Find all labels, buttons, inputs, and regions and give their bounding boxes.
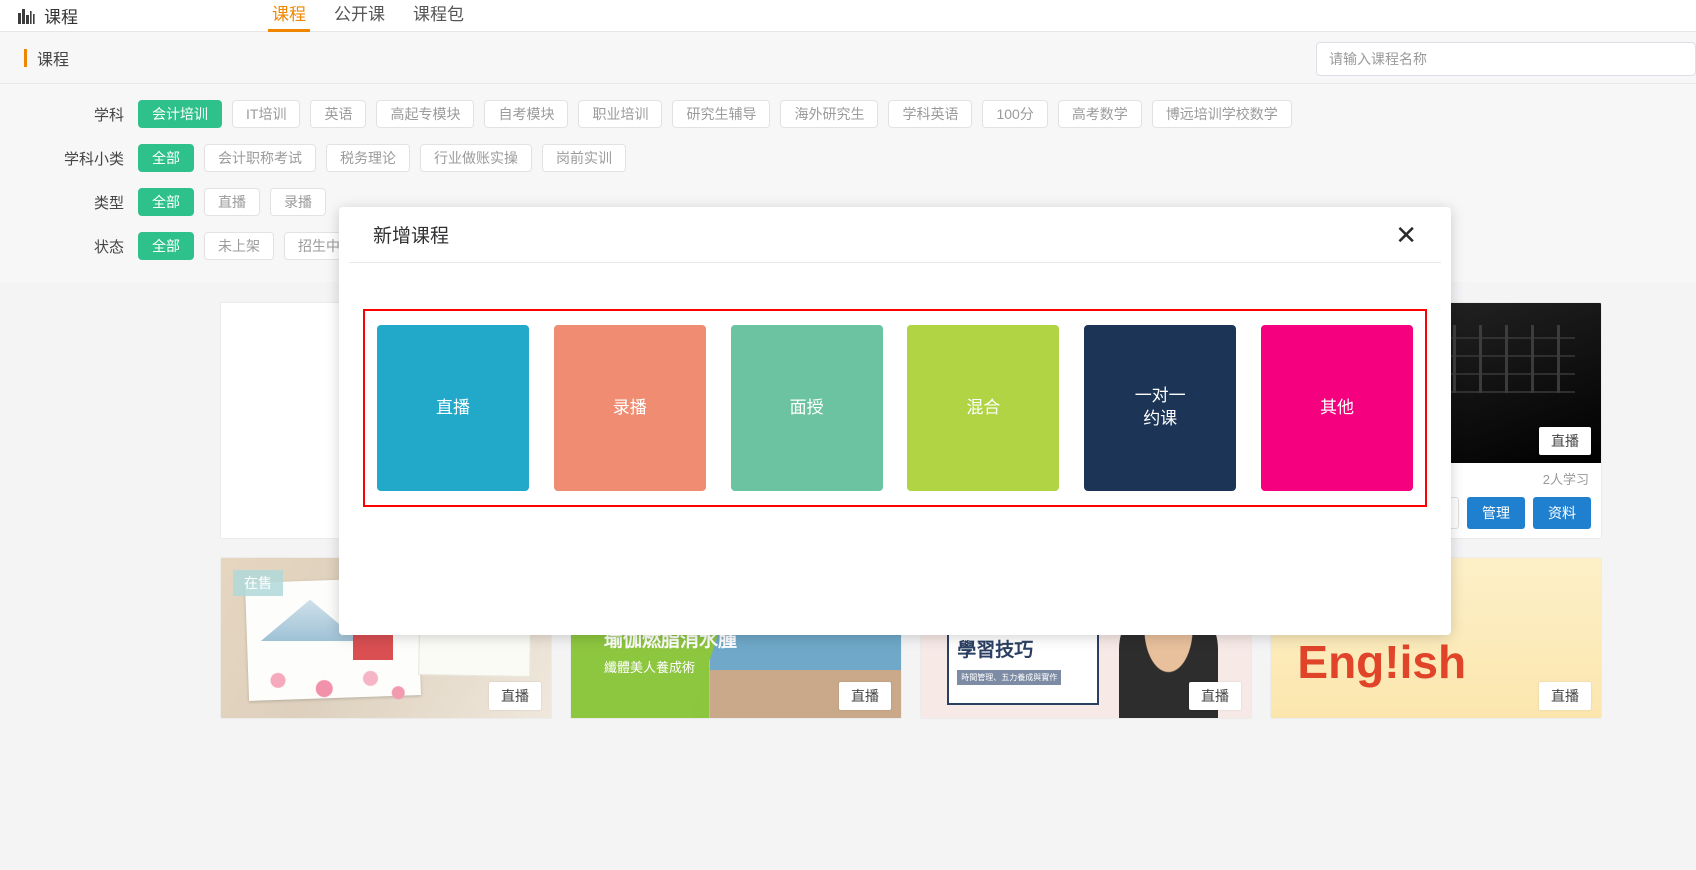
search-box: [1316, 42, 1696, 76]
chip-subcategory-0[interactable]: 全部: [138, 144, 194, 172]
materials-button[interactable]: 资料: [1533, 497, 1591, 529]
chip-subject-6[interactable]: 研究生辅导: [672, 100, 771, 128]
course-type-badge: 直播: [1539, 427, 1591, 455]
tile-other[interactable]: 其他: [1260, 325, 1413, 491]
chip-subcategory-1[interactable]: 会计职称考试: [204, 144, 316, 172]
chip-subject-1[interactable]: IT培训: [232, 100, 301, 128]
chip-subject-0[interactable]: 会计培训: [138, 100, 222, 128]
tab-open-courses[interactable]: 公开课: [320, 0, 399, 32]
tile-one-on-one[interactable]: 一对一 约课: [1084, 325, 1237, 491]
course-type-badge: 直播: [1539, 682, 1591, 710]
nav-tab-list: 课程 公开课 课程包: [258, 0, 478, 32]
app-root: 课程 课程 公开课 课程包 课程 学科 会计培训 IT培训 英语 高起专模块 自…: [0, 0, 1696, 870]
filter-label-status: 状态: [93, 238, 124, 256]
filter-label-subject: 学科: [93, 106, 124, 124]
chip-type-2[interactable]: 录播: [270, 188, 326, 216]
chip-subcategory-2[interactable]: 税务理论: [326, 144, 410, 172]
chip-subject-11[interactable]: 博远培训学校数学: [1151, 100, 1292, 128]
page-title: 课程: [37, 51, 70, 69]
tile-in-person[interactable]: 面授: [730, 325, 883, 491]
search-input[interactable]: [1316, 42, 1696, 76]
chip-subject-9[interactable]: 100分: [982, 100, 1048, 128]
course-type-badge: 直播: [839, 682, 891, 710]
chip-subject-8[interactable]: 学科英语: [888, 100, 973, 128]
brand-label: 课程: [44, 8, 78, 27]
modal-header: 新增课程 ✕: [349, 207, 1441, 263]
top-navigation: 课程 课程 公开课 课程包: [0, 0, 1696, 32]
chip-type-1[interactable]: 直播: [204, 188, 260, 216]
chip-subject-10[interactable]: 高考数学: [1057, 100, 1142, 128]
manage-button[interactable]: 管理: [1467, 497, 1525, 529]
title-accent-bar: [24, 48, 27, 67]
filter-row-subject: 学科 会计培训 IT培训 英语 高起专模块 自考模块 职业培训 研究生辅导 海外…: [0, 100, 1696, 128]
course-type-badge: 直播: [489, 682, 541, 710]
chip-subcategory-3[interactable]: 行业做账实操: [420, 144, 532, 172]
thumb-title-line: 時間管理、五力養成與實作: [957, 670, 1062, 685]
thumb-title-line: 纖體美人養成術: [604, 660, 696, 676]
filter-label-subcategory: 学科小类: [63, 150, 124, 168]
bar-chart-icon: [18, 8, 36, 24]
modal-title: 新增课程: [373, 226, 450, 247]
thumb-title-line: Eng!ish: [1297, 635, 1467, 688]
chip-subject-5[interactable]: 职业培训: [578, 100, 663, 128]
thumb-title-line: 學習技巧: [957, 639, 1034, 661]
filter-row-subcategory: 学科小类 全部 会计职称考试 税务理论 行业做账实操 岗前实训: [0, 144, 1696, 172]
chip-subject-2[interactable]: 英语: [310, 100, 367, 128]
add-course-modal: 新增课程 ✕ 直播 录播 面授 混合 一对一 约课 其他: [339, 207, 1451, 635]
tile-recorded[interactable]: 录播: [553, 325, 706, 491]
chip-status-0[interactable]: 全部: [138, 232, 194, 260]
tab-courses[interactable]: 课程: [258, 0, 320, 32]
tile-blended[interactable]: 混合: [907, 325, 1060, 491]
chip-subject-3[interactable]: 高起专模块: [376, 100, 475, 128]
status-badge: 在售: [233, 570, 283, 596]
brand: 课程: [18, 3, 78, 28]
chip-subject-7[interactable]: 海外研究生: [780, 100, 879, 128]
tile-live[interactable]: 直播: [377, 325, 529, 491]
tab-course-packages[interactable]: 课程包: [399, 0, 478, 32]
chip-subcategory-4[interactable]: 岗前实训: [542, 144, 626, 172]
chip-type-0[interactable]: 全部: [138, 188, 194, 216]
course-type-tiles: 直播 录播 面授 混合 一对一 约课 其他: [363, 309, 1427, 507]
chip-subject-4[interactable]: 自考模块: [484, 100, 569, 128]
close-icon[interactable]: ✕: [1395, 222, 1417, 248]
chip-status-1[interactable]: 未上架: [204, 232, 274, 260]
course-type-badge: 直播: [1189, 682, 1241, 710]
filter-label-type: 类型: [93, 194, 124, 212]
page-title-row: 课程: [0, 32, 1696, 84]
